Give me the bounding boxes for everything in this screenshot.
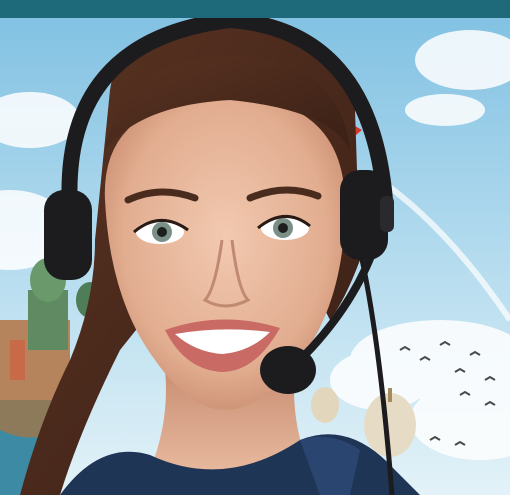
headset-earcup-left [44,190,92,280]
header-strip [0,0,510,18]
microphone-icon [260,346,316,394]
portrait-photo [0,0,510,495]
photo-frame [0,0,510,495]
